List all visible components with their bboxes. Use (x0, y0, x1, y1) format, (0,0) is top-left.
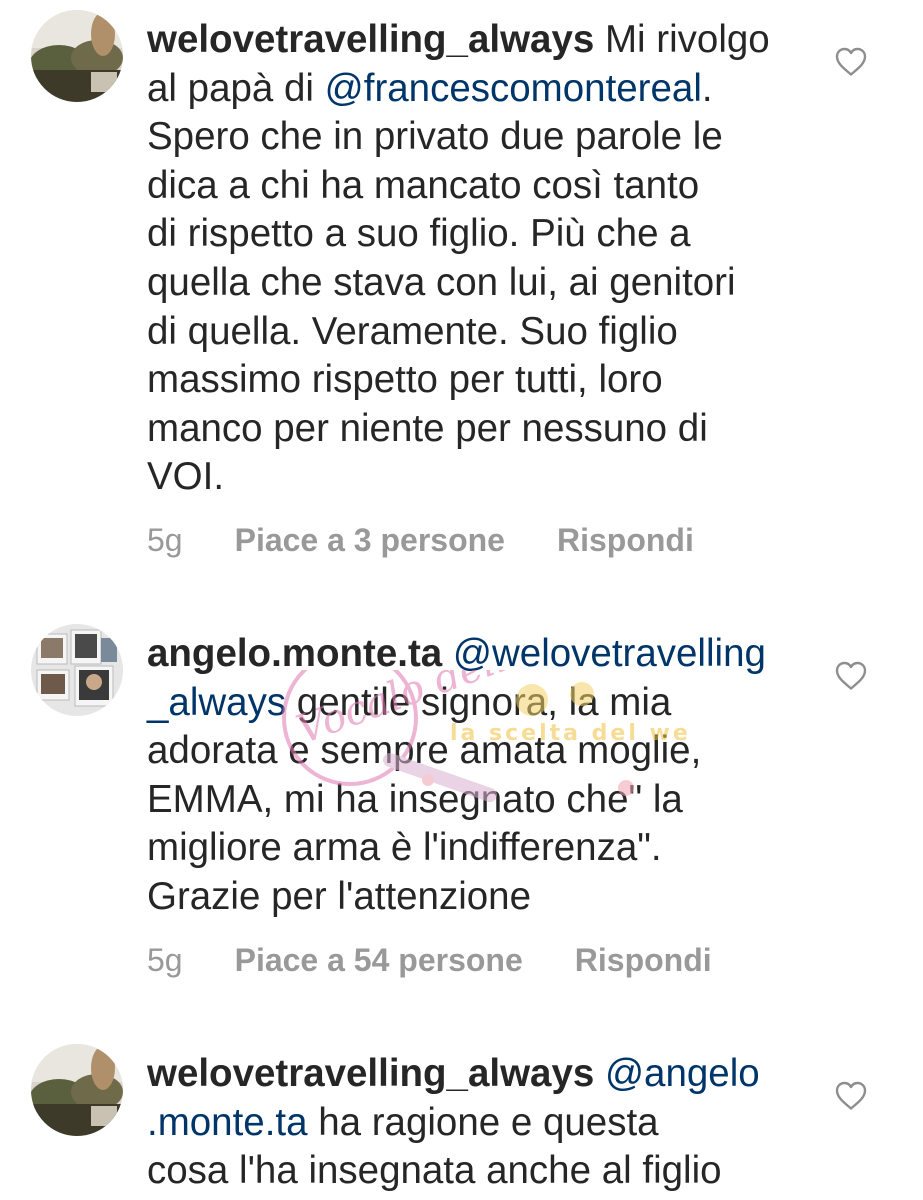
heart-outline-icon[interactable] (835, 661, 867, 691)
comment-username[interactable]: welovetravelling_always (147, 1052, 594, 1095)
comment-timestamp: 5g (147, 522, 183, 558)
comment-text: angelo.monte.ta @welovetravelling _alway… (147, 630, 807, 922)
avatar[interactable] (31, 624, 123, 716)
mention-link[interactable]: @francescomontereal (325, 67, 702, 110)
reply-button[interactable]: Rispondi (575, 940, 712, 980)
heart-outline-icon[interactable] (835, 1081, 867, 1111)
comment-2: angelo.monte.ta @welovetravelling _alway… (0, 600, 923, 1020)
comment-3: welovetravelling_always @angelo .monte.t… (0, 1020, 923, 1200)
likes-count-link[interactable]: Piace a 3 persone (235, 520, 505, 560)
avatar[interactable] (31, 10, 123, 102)
heart-outline-icon[interactable] (835, 47, 867, 77)
comment-text: welovetravelling_always @angelo .monte.t… (147, 1050, 807, 1196)
comment-1: welovetravelling_always Mi rivolgo al pa… (0, 0, 923, 600)
comment-username[interactable]: welovetravelling_always (147, 18, 594, 61)
reply-button[interactable]: Rispondi (557, 520, 694, 560)
comment-meta: 5g Piace a 3 persone Rispondi (147, 520, 694, 560)
comment-text: welovetravelling_always Mi rivolgo al pa… (147, 16, 807, 502)
likes-count-link[interactable]: Piace a 54 persone (235, 940, 523, 980)
comment-body-start (442, 632, 453, 675)
comment-body-end: . Spero che in privato due parole le dic… (147, 66, 736, 499)
avatar[interactable] (31, 1044, 123, 1136)
comment-timestamp: 5g (147, 942, 183, 978)
comment-body-start (594, 1052, 605, 1095)
comment-username[interactable]: angelo.monte.ta (147, 632, 442, 675)
comment-meta: 5g Piace a 54 persone Rispondi (147, 940, 712, 980)
